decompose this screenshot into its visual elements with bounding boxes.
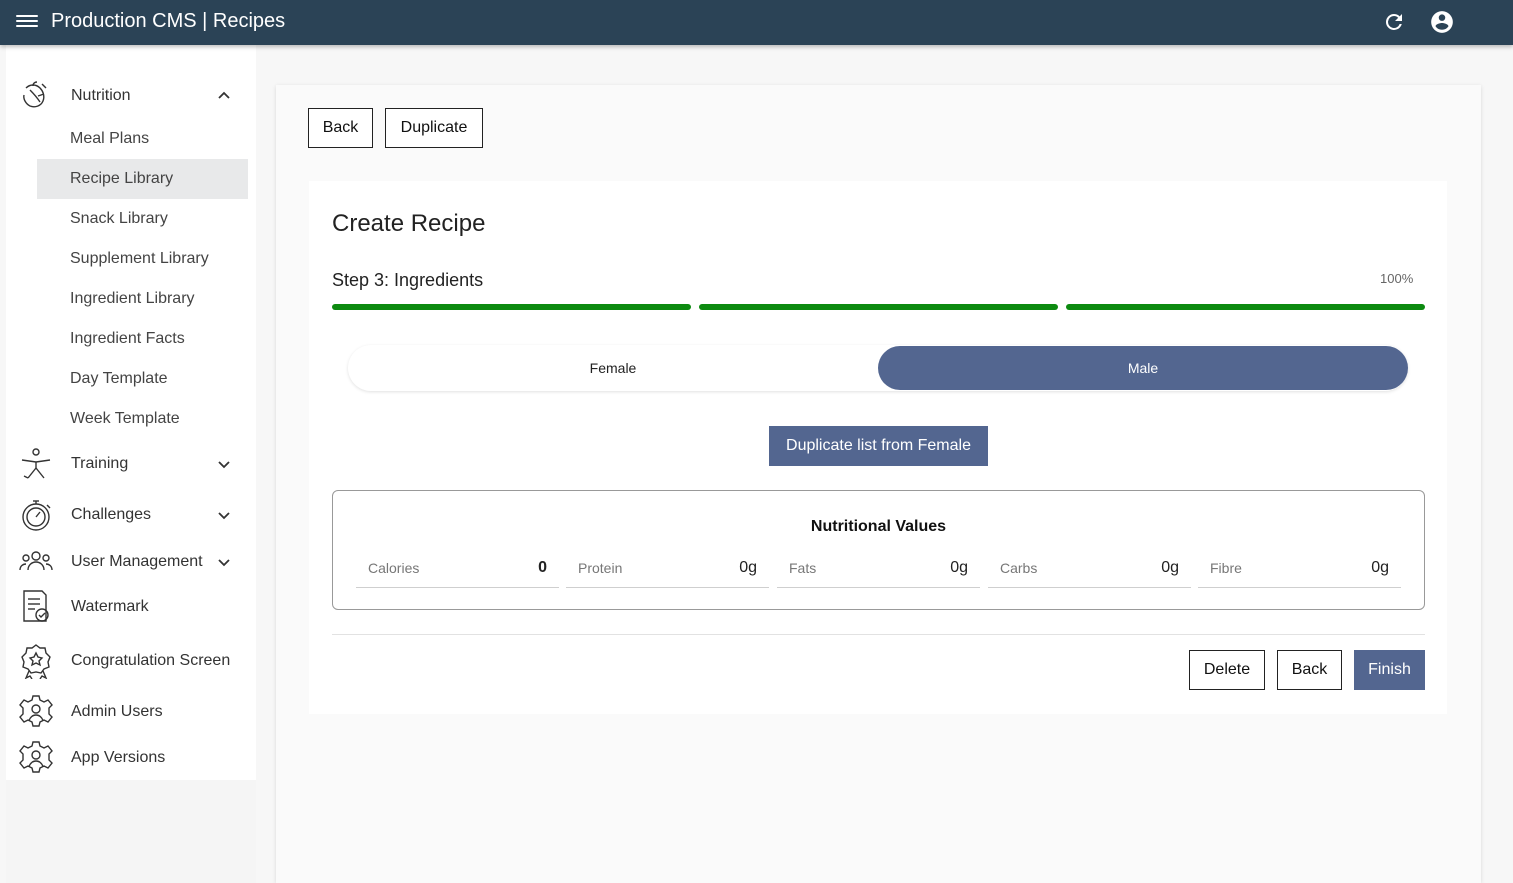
field-label: Calories: [368, 559, 420, 576]
nutritional-values-title: Nutritional Values: [810, 518, 947, 535]
sidebar-group-label: User Management: [71, 553, 203, 570]
gender-toggle: Female Male: [348, 345, 1408, 391]
field-value: 0: [538, 558, 547, 576]
chevron-down-icon: [218, 559, 230, 567]
fibre-field[interactable]: Fibre 0g: [1198, 548, 1401, 588]
users-group-icon: [19, 551, 53, 571]
sidebar-item-watermark[interactable]: Watermark: [18, 589, 244, 625]
sidebar-item-admin-users[interactable]: Admin Users: [18, 694, 244, 730]
progress-step-2: [699, 304, 1058, 310]
field-value: 0g: [950, 558, 968, 576]
field-value: 0g: [1161, 558, 1179, 576]
sidebar-item-ingredient-library[interactable]: Ingredient Library: [37, 279, 248, 319]
sidebar-item-ingredient-facts[interactable]: Ingredient Facts: [37, 319, 248, 359]
sidebar-item-snack-library[interactable]: Snack Library: [37, 199, 248, 239]
field-label: Protein: [578, 559, 623, 576]
chevron-up-icon: [218, 91, 230, 99]
progress-step-3: [1066, 304, 1425, 310]
document-check-icon: [23, 590, 49, 622]
app-title: Production CMS | Recipes: [51, 10, 286, 32]
chevron-down-icon: [218, 512, 230, 520]
sidebar-item-label: App Versions: [71, 749, 166, 766]
training-icon: [21, 448, 51, 479]
sidebar-group-label: Challenges: [71, 506, 152, 523]
refresh-icon[interactable]: [1382, 10, 1406, 34]
field-label: Fibre: [1210, 559, 1242, 576]
sidebar-item-meal-plans[interactable]: Meal Plans: [37, 119, 248, 159]
duplicate-button[interactable]: Duplicate: [385, 108, 483, 148]
form-title: Create Recipe: [332, 210, 486, 237]
gender-option-female[interactable]: Female: [348, 346, 878, 390]
sidebar-item-week-template[interactable]: Week Template: [37, 399, 248, 439]
form-back-button[interactable]: Back: [1277, 650, 1342, 690]
step-title: Step 3: Ingredients: [332, 270, 484, 290]
field-value: 0g: [1371, 558, 1389, 576]
sidebar-item-day-template[interactable]: Day Template: [37, 359, 248, 399]
admin-gear-icon: [19, 695, 53, 727]
gender-option-male[interactable]: Male: [878, 346, 1408, 390]
nutritional-values-panel: Nutritional Values Calories 0 Protein 0g…: [332, 490, 1425, 610]
sidebar-item-label: Admin Users: [71, 703, 163, 720]
sidebar-group-label: Nutrition: [71, 87, 131, 104]
fats-field[interactable]: Fats 0g: [777, 548, 980, 588]
field-label: Fats: [789, 559, 817, 576]
top-app-bar: Production CMS | Recipes: [0, 0, 1513, 45]
protein-field[interactable]: Protein 0g: [566, 548, 769, 588]
sidebar-item-label: Congratulation Screen: [71, 652, 231, 669]
sidebar-item-label: Watermark: [71, 598, 149, 615]
award-badge-icon: [21, 644, 51, 679]
app-versions-gear-icon: [19, 741, 53, 773]
finish-button[interactable]: Finish: [1354, 650, 1425, 690]
sidebar-item-congratulation-screen[interactable]: Congratulation Screen: [18, 643, 244, 679]
field-label: Carbs: [1000, 559, 1038, 576]
stopwatch-icon: [22, 500, 51, 531]
field-value: 0g: [739, 558, 757, 576]
account-circle-icon[interactable]: [1429, 9, 1455, 35]
sidebar-item-recipe-library[interactable]: Recipe Library: [37, 159, 248, 199]
duplicate-list-button[interactable]: Duplicate list from Female: [769, 426, 988, 466]
sidebar-group-label: Training: [71, 455, 129, 472]
delete-button[interactable]: Delete: [1189, 650, 1265, 690]
sidebar-item-supplement-library[interactable]: Supplement Library: [37, 239, 248, 279]
nutrition-icon: [23, 81, 47, 108]
sidebar-item-app-versions[interactable]: App Versions: [18, 740, 244, 776]
back-button[interactable]: Back: [308, 108, 373, 148]
sidebar-group-training[interactable]: Training: [18, 446, 244, 482]
progress-step-1: [332, 304, 691, 310]
form-divider: [332, 634, 1425, 635]
sidebar-group-challenges[interactable]: Challenges: [18, 497, 244, 533]
hamburger-menu-icon[interactable]: [16, 12, 38, 32]
sidebar-group-nutrition[interactable]: Nutrition: [18, 78, 244, 114]
chevron-down-icon: [218, 461, 230, 469]
sidebar-group-user-management[interactable]: User Management: [18, 544, 244, 580]
progress-percent: 100%: [1380, 271, 1414, 286]
calories-field[interactable]: Calories 0: [356, 548, 559, 588]
carbs-field[interactable]: Carbs 0g: [988, 548, 1191, 588]
